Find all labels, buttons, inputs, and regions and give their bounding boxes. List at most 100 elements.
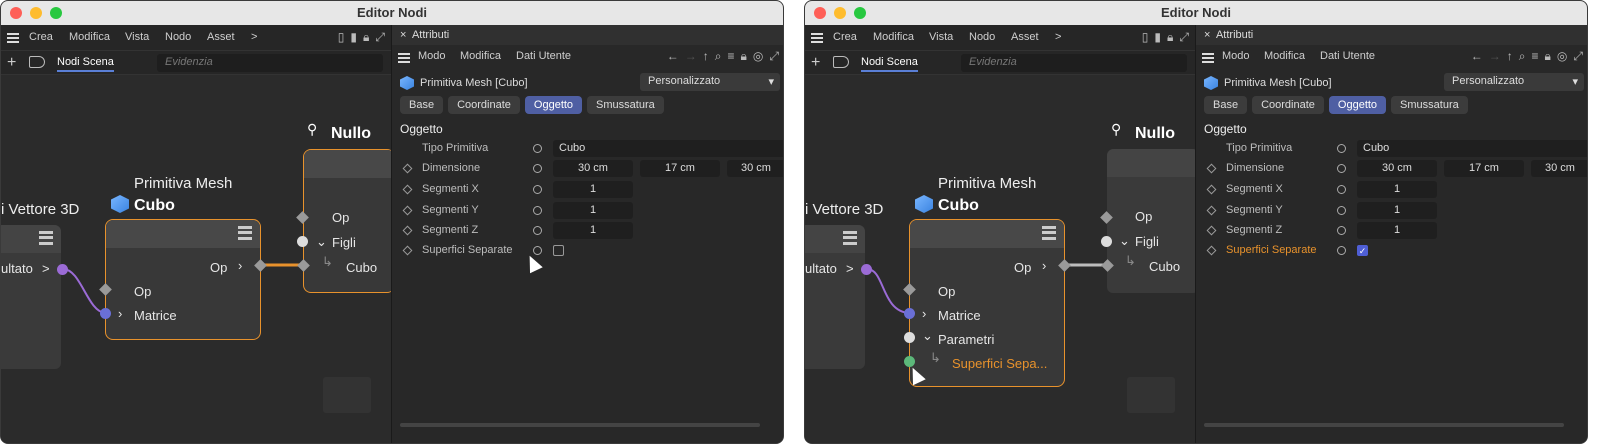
forward-arrow-icon[interactable]: → bbox=[1489, 49, 1501, 64]
dimensione-z-field[interactable]: 30 cm bbox=[1531, 160, 1587, 177]
menu-more[interactable]: > bbox=[1055, 31, 1061, 43]
close-window-button[interactable] bbox=[10, 7, 22, 19]
menu-asset[interactable]: Asset bbox=[207, 31, 235, 43]
mesh-node[interactable]: Op › Op › Matrice bbox=[105, 219, 261, 340]
vettore-output-port[interactable] bbox=[57, 264, 68, 275]
keyframe-icon[interactable] bbox=[402, 205, 413, 216]
preset-select[interactable]: Personalizzato ▾ bbox=[1444, 73, 1584, 91]
keyframe-icon[interactable] bbox=[1206, 184, 1217, 195]
nullo-node[interactable]: Op ⌄ Figli ↳ Cubo bbox=[1107, 149, 1199, 293]
layout-icon[interactable]: ▯ bbox=[338, 30, 345, 45]
dimensione-x-field[interactable]: 30 cm bbox=[1357, 160, 1437, 177]
mesh-in-matrice-port[interactable] bbox=[100, 308, 111, 319]
chevron-right-icon[interactable]: > bbox=[42, 261, 50, 276]
chevron-right-icon[interactable]: › bbox=[238, 258, 242, 273]
keyframe-icon[interactable] bbox=[1206, 245, 1217, 256]
highlight-search-input[interactable]: Evidenzia bbox=[157, 54, 383, 72]
expand-icon[interactable]: ⤢ bbox=[1179, 30, 1189, 45]
mesh-node[interactable]: Op › Op › Matrice ⌄ Parametri ↳ Superfic… bbox=[909, 219, 1065, 387]
mesh-parametri-port[interactable] bbox=[904, 332, 915, 343]
dimensione-y-field[interactable]: 17 cm bbox=[640, 160, 720, 177]
segmenti-z-field[interactable]: 1 bbox=[553, 222, 633, 239]
mesh-superfici-port[interactable] bbox=[904, 356, 915, 367]
animate-icon[interactable] bbox=[533, 185, 542, 194]
keyframe-icon[interactable] bbox=[402, 225, 413, 236]
horizontal-scrollbar[interactable] bbox=[1204, 423, 1564, 427]
up-arrow-icon[interactable]: ↑ bbox=[1507, 49, 1513, 64]
target-icon[interactable]: ◎ bbox=[1557, 49, 1567, 64]
menu-asset[interactable]: Asset bbox=[1011, 31, 1039, 43]
animate-icon[interactable] bbox=[1337, 226, 1346, 235]
animate-icon[interactable] bbox=[1337, 185, 1346, 194]
tab-coordinate[interactable]: Coordinate bbox=[1252, 96, 1324, 114]
tab-oggetto[interactable]: Oggetto bbox=[524, 96, 583, 114]
panel-icon[interactable]: ▮ bbox=[350, 30, 357, 45]
filter-icon[interactable]: ≡ bbox=[728, 49, 735, 64]
chevron-down-icon[interactable]: ⌄ bbox=[1119, 233, 1130, 249]
lock-icon[interactable]: 🔒︎ bbox=[363, 30, 369, 45]
back-arrow-icon[interactable]: ← bbox=[667, 49, 679, 64]
superfici-separate-checkbox[interactable]: ✓ bbox=[1357, 245, 1368, 256]
tab-scene-nodes[interactable]: Nodi Scena bbox=[861, 56, 918, 72]
target-icon[interactable]: ◎ bbox=[753, 49, 763, 64]
tipo-primitiva-field[interactable]: Cubo bbox=[553, 140, 783, 157]
zoom-window-button[interactable] bbox=[854, 7, 866, 19]
nullo-node[interactable]: Op ⌄ Figli ↳ Cubo bbox=[303, 149, 395, 293]
layout-icon[interactable]: ▯ bbox=[1142, 30, 1149, 45]
hamburger-icon[interactable] bbox=[811, 33, 823, 43]
forward-arrow-icon[interactable]: → bbox=[685, 49, 697, 64]
tipo-primitiva-field[interactable]: Cubo bbox=[1357, 140, 1587, 157]
segmenti-x-field[interactable]: 1 bbox=[1357, 181, 1437, 198]
mesh-in-matrice-port[interactable] bbox=[904, 308, 915, 319]
attr-menu-modifica[interactable]: Modifica bbox=[1264, 50, 1305, 62]
highlight-search-input[interactable]: Evidenzia bbox=[961, 54, 1187, 72]
lock-icon[interactable]: 🔒︎ bbox=[1167, 30, 1173, 45]
lock-icon[interactable]: 🔒︎ bbox=[1545, 49, 1551, 64]
segmenti-x-field[interactable]: 1 bbox=[553, 181, 633, 198]
vettore-node[interactable]: ultato > bbox=[805, 225, 865, 369]
horizontal-scrollbar[interactable] bbox=[400, 423, 760, 427]
expand-icon[interactable]: ⤢ bbox=[375, 30, 385, 45]
tab-base[interactable]: Base bbox=[1204, 96, 1248, 114]
attr-menu-modo[interactable]: Modo bbox=[1222, 50, 1250, 62]
animate-icon[interactable] bbox=[1337, 164, 1346, 173]
node-canvas[interactable]: i Vettore 3D ultato > Primitiva Mesh Cub… bbox=[805, 75, 1199, 443]
nullo-figli-port[interactable] bbox=[1101, 236, 1112, 247]
chevron-right-icon[interactable]: › bbox=[922, 306, 926, 321]
segmenti-y-field[interactable]: 1 bbox=[553, 202, 633, 219]
search-icon[interactable]: ⌕ bbox=[715, 49, 722, 64]
chevron-right-icon[interactable]: > bbox=[846, 261, 854, 276]
tab-smussatura[interactable]: Smussatura bbox=[1391, 96, 1468, 114]
tag-icon[interactable] bbox=[833, 56, 849, 68]
attr-menu-modifica[interactable]: Modifica bbox=[460, 50, 501, 62]
menu-more[interactable]: > bbox=[251, 31, 257, 43]
vettore-node-menu-icon[interactable] bbox=[843, 231, 857, 245]
close-window-button[interactable] bbox=[814, 7, 826, 19]
mesh-node-menu-icon[interactable] bbox=[238, 226, 252, 240]
menu-crea[interactable]: Crea bbox=[833, 31, 857, 43]
minimize-window-button[interactable] bbox=[30, 7, 42, 19]
minimap[interactable] bbox=[1127, 377, 1175, 413]
minimize-window-button[interactable] bbox=[834, 7, 846, 19]
close-icon[interactable]: × bbox=[400, 29, 406, 41]
segmenti-y-field[interactable]: 1 bbox=[1357, 202, 1437, 219]
expand-icon[interactable]: ⤢ bbox=[1573, 49, 1583, 64]
keyframe-icon[interactable] bbox=[402, 163, 413, 174]
vettore-node-menu-icon[interactable] bbox=[39, 231, 53, 245]
animate-icon[interactable] bbox=[1337, 246, 1346, 255]
hamburger-icon[interactable] bbox=[398, 53, 410, 63]
segmenti-z-field[interactable]: 1 bbox=[1357, 222, 1437, 239]
tag-icon[interactable] bbox=[29, 56, 45, 68]
animate-icon[interactable] bbox=[1337, 144, 1346, 153]
lock-icon[interactable]: 🔒︎ bbox=[741, 49, 747, 64]
expand-icon[interactable]: ⤢ bbox=[769, 49, 779, 64]
animate-icon[interactable] bbox=[1337, 206, 1346, 215]
mesh-node-menu-icon[interactable] bbox=[1042, 226, 1056, 240]
menu-vista[interactable]: Vista bbox=[125, 31, 149, 43]
filter-icon[interactable]: ≡ bbox=[1532, 49, 1539, 64]
animate-icon[interactable] bbox=[533, 144, 542, 153]
menu-crea[interactable]: Crea bbox=[29, 31, 53, 43]
close-icon[interactable]: × bbox=[1204, 29, 1210, 41]
attr-menu-dati-utente[interactable]: Dati Utente bbox=[516, 50, 571, 62]
animate-icon[interactable] bbox=[533, 226, 542, 235]
